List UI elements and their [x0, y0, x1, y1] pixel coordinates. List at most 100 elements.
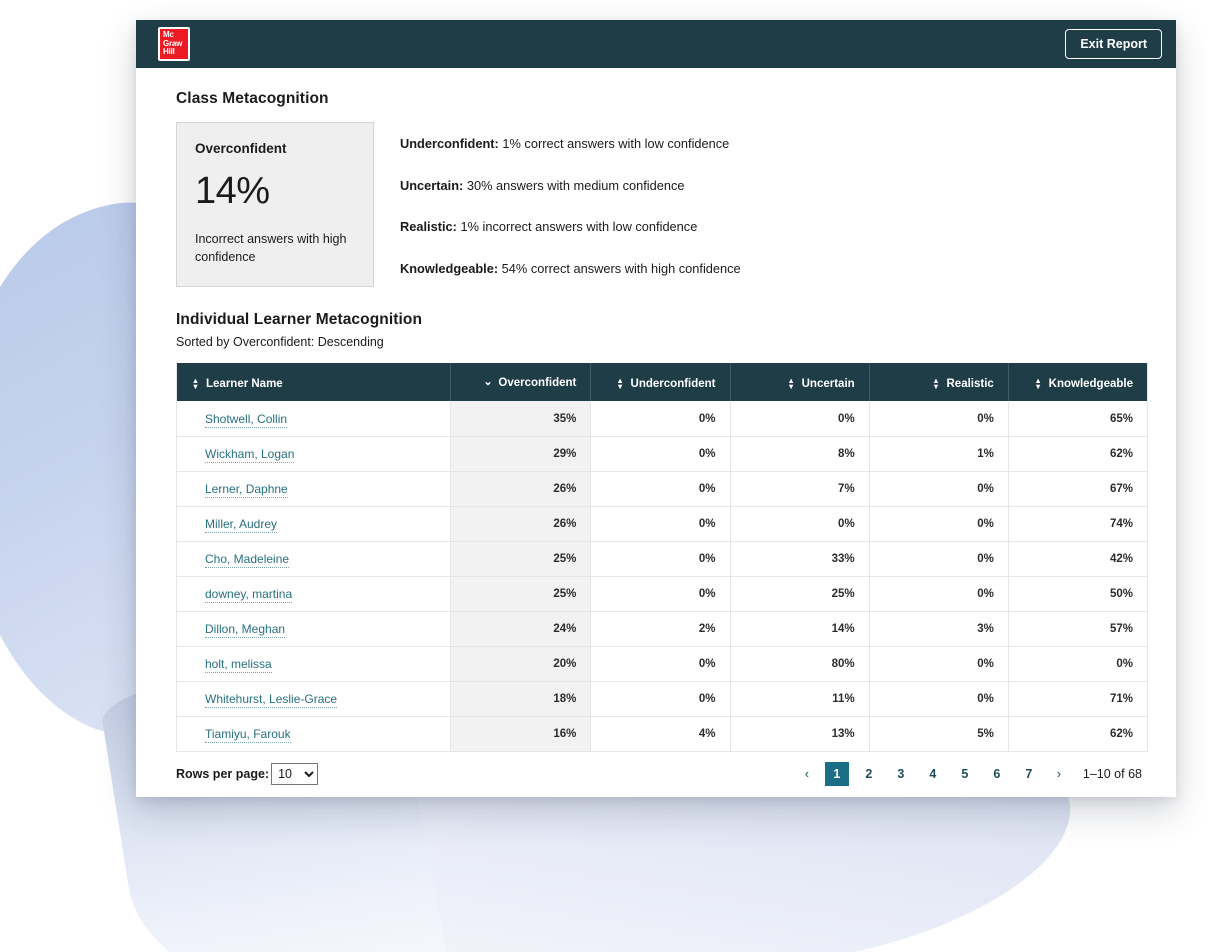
pagination-control: ‹ 1234567 › 1–10 of 68	[795, 761, 1142, 786]
cell-uncertain: 14%	[729, 611, 870, 647]
next-page-icon[interactable]: ›	[1047, 762, 1071, 786]
overconfident-card-value: 14%	[195, 170, 270, 212]
mcgraw-hill-logo: Mc Graw Hill	[158, 27, 190, 61]
cell-uncertain: 7%	[729, 471, 870, 507]
sort-both-icon: ▲ ▼	[191, 376, 200, 392]
rows-per-page-select[interactable]: 102550100	[271, 762, 319, 785]
learner-name-cell: Whitehurst, Leslie-Grace	[176, 681, 451, 717]
cell-uncertain: 11%	[729, 681, 870, 717]
cell-uncertain: 8%	[729, 436, 870, 472]
learner-metacognition-table: ▲ ▼ Learner Name ⌄ Overconfident ▲ ▼ Und…	[176, 363, 1148, 752]
table-row: holt, melissa 20% 0% 80% 0% 0%	[176, 646, 1148, 682]
logo-line-3: Hill	[163, 47, 175, 57]
learner-name-link[interactable]: Tiamiyu, Farouk	[205, 726, 291, 743]
cell-realistic: 3%	[868, 611, 1009, 647]
learner-name-cell: Shotwell, Collin	[176, 401, 451, 437]
individual-learner-section: Individual Learner Metacognition Sorted …	[176, 311, 1148, 796]
table-row: Shotwell, Collin 35% 0% 0% 0% 65%	[176, 401, 1148, 437]
cell-underconfident: 0%	[590, 506, 731, 542]
cell-overconfident: 29%	[450, 436, 591, 472]
class-metacognition-summary: Overconfident 14% Incorrect answers with…	[176, 122, 1148, 288]
rows-per-page-label: Rows per page:	[176, 766, 270, 781]
page-number-4[interactable]: 4	[921, 762, 945, 786]
cell-knowledgeable: 71%	[1007, 681, 1148, 717]
table-row: Tiamiyu, Farouk 16% 4% 13% 5% 62%	[176, 716, 1148, 752]
learner-name-link[interactable]: Dillon, Meghan	[205, 621, 286, 638]
cell-uncertain: 25%	[729, 576, 870, 612]
overconfident-card-label: Overconfident	[195, 141, 287, 156]
learner-name-link[interactable]: Wickham, Logan	[205, 446, 295, 463]
column-header-knowledgeable[interactable]: ▲ ▼ Knowledgeable	[1007, 363, 1148, 402]
cell-underconfident: 0%	[590, 436, 731, 472]
cell-realistic: 1%	[868, 436, 1009, 472]
column-header-label: Underconfident	[630, 378, 716, 391]
exit-report-button[interactable]: Exit Report	[1065, 29, 1162, 59]
individual-metacognition-title: Individual Learner Metacognition	[176, 311, 423, 329]
column-header-underconfident[interactable]: ▲ ▼ Underconfident	[590, 363, 731, 402]
page-number-1[interactable]: 1	[824, 761, 849, 786]
rows-per-page-control: Rows per page: 102550100	[176, 762, 319, 785]
cell-realistic: 0%	[868, 681, 1009, 717]
learner-name-cell: holt, melissa	[176, 646, 451, 682]
column-header-uncertain[interactable]: ▲ ▼ Uncertain	[729, 363, 870, 402]
page-number-7[interactable]: 7	[1017, 762, 1041, 786]
definition-underconfident: Underconfident: 1% correct answers with …	[400, 136, 1148, 153]
cell-underconfident: 0%	[590, 471, 731, 507]
app-header-bar: Mc Graw Hill Exit Report	[136, 20, 1176, 68]
table-row: Wickham, Logan 29% 0% 8% 1% 62%	[176, 436, 1148, 472]
table-row: Miller, Audrey 26% 0% 0% 0% 74%	[176, 506, 1148, 542]
learner-name-link[interactable]: holt, melissa	[205, 656, 272, 673]
learner-name-cell: Tiamiyu, Farouk	[176, 716, 451, 752]
cell-uncertain: 33%	[729, 541, 870, 577]
column-header-overconfident[interactable]: ⌄ Overconfident	[450, 363, 591, 402]
sort-both-icon: ▲ ▼	[1034, 376, 1042, 392]
cell-underconfident: 0%	[590, 681, 731, 717]
learner-name-link[interactable]: Lerner, Daphne	[205, 481, 288, 498]
learner-name-cell: downey, martina	[176, 576, 451, 612]
definition-term: Realistic:	[400, 219, 457, 235]
class-metacognition-title: Class Metacognition	[176, 90, 329, 107]
cell-realistic: 0%	[868, 506, 1009, 542]
page-number-5[interactable]: 5	[953, 762, 977, 786]
cell-realistic: 0%	[868, 576, 1009, 612]
previous-page-icon[interactable]: ‹	[795, 762, 819, 786]
cell-knowledgeable: 0%	[1007, 646, 1148, 682]
column-header-learner-name[interactable]: ▲ ▼ Learner Name	[176, 363, 451, 402]
definition-term: Knowledgeable:	[400, 260, 499, 276]
learner-name-link[interactable]: Miller, Audrey	[205, 516, 278, 533]
report-content: Class Metacognition Overconfident 14% In…	[136, 68, 1176, 797]
metacognition-definition-list: Underconfident: 1% correct answers with …	[400, 122, 1148, 278]
cell-uncertain: 0%	[729, 401, 870, 437]
table-row: Cho, Madeleine 25% 0% 33% 0% 42%	[176, 541, 1148, 577]
definition-term: Uncertain:	[400, 177, 464, 193]
cell-overconfident: 25%	[450, 576, 591, 612]
learner-name-link[interactable]: Whitehurst, Leslie-Grace	[205, 691, 338, 708]
cell-overconfident: 26%	[450, 471, 591, 507]
cell-overconfident: 26%	[450, 506, 591, 542]
cell-knowledgeable: 42%	[1007, 541, 1148, 577]
cell-underconfident: 0%	[590, 401, 731, 437]
column-header-realistic[interactable]: ▲ ▼ Realistic	[868, 363, 1009, 402]
column-header-label: Uncertain	[801, 378, 855, 391]
learner-name-link[interactable]: downey, martina	[205, 586, 293, 603]
column-header-label: Overconfident	[498, 376, 577, 389]
table-header-row: ▲ ▼ Learner Name ⌄ Overconfident ▲ ▼ Und…	[176, 363, 1148, 402]
cell-overconfident: 35%	[450, 401, 591, 437]
column-header-label: Knowledgeable	[1048, 378, 1133, 391]
cell-uncertain: 13%	[729, 716, 870, 752]
learner-name-link[interactable]: Cho, Madeleine	[205, 551, 290, 568]
sort-both-icon: ▲ ▼	[932, 376, 940, 392]
sort-both-icon: ▲ ▼	[787, 376, 795, 392]
column-header-label: Realistic	[946, 378, 994, 391]
page-number-list: 1234567	[821, 761, 1045, 786]
page-number-6[interactable]: 6	[985, 762, 1009, 786]
page-number-3[interactable]: 3	[889, 762, 913, 786]
cell-overconfident: 18%	[450, 681, 591, 717]
sort-info-text: Sorted by Overconfident: Descending	[176, 335, 384, 350]
learner-name-link[interactable]: Shotwell, Collin	[205, 411, 288, 428]
sort-both-icon: ▲ ▼	[616, 376, 624, 392]
page-number-2[interactable]: 2	[857, 762, 881, 786]
learner-name-cell: Miller, Audrey	[176, 506, 451, 542]
cell-knowledgeable: 57%	[1007, 611, 1148, 647]
learner-table-body: Shotwell, Collin 35% 0% 0% 0% 65% Wickham, Log…	[176, 401, 1148, 752]
